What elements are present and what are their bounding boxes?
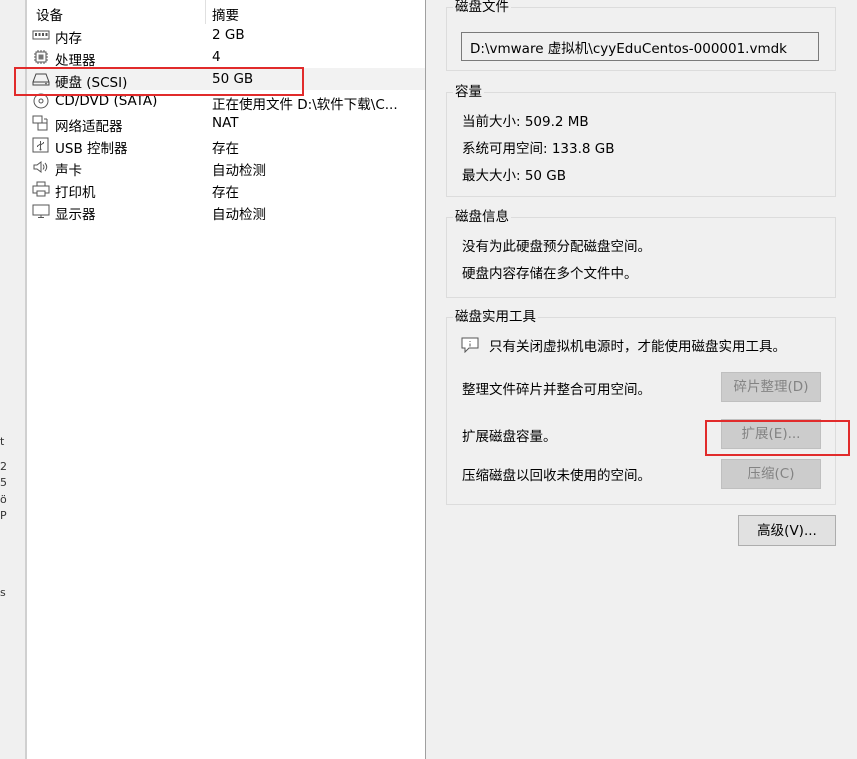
disk-file-path-field[interactable]: D:\vmware 虚拟机\cyyEduCentos-000001.vmdk	[461, 32, 819, 61]
annotation-highlight-hard-disk	[14, 67, 304, 96]
strip-glyph: t	[0, 435, 5, 448]
disk-info-line2: 硬盘内容存储在多个文件中。	[462, 266, 638, 282]
device-summary: NAT	[212, 115, 239, 131]
compact-button[interactable]: 压缩(C)	[721, 459, 821, 489]
device-row-usb-controller[interactable]: USB 控制器 存在	[27, 134, 425, 157]
column-divider[interactable]	[205, 0, 206, 24]
parent-window-edge: t 2 5 ö P s	[0, 0, 27, 759]
disk-file-title: 磁盘文件	[453, 0, 511, 16]
device-row-sound-card[interactable]: 声卡 自动检测	[27, 156, 425, 179]
settings-panel: 磁盘文件 D:\vmware 虚拟机\cyyEduCentos-000001.v…	[426, 0, 857, 759]
utilities-notice: 只有关闭虚拟机电源时，才能使用磁盘实用工具。	[489, 339, 786, 355]
device-row-processor[interactable]: 处理器 4	[27, 46, 425, 69]
strip-glyph: P	[0, 509, 7, 522]
list-header: 设备 摘要	[27, 0, 425, 24]
device-summary: 2 GB	[212, 27, 245, 43]
disk-info-group: 磁盘信息 没有为此硬盘预分配磁盘空间。 硬盘内容存储在多个文件中。	[446, 208, 836, 298]
column-header-summary[interactable]: 摘要	[212, 4, 239, 24]
display-icon	[32, 204, 50, 218]
disk-utilities-group: 磁盘实用工具 只有关闭虚拟机电源时，才能使用磁盘实用工具。 整理文件碎片并整合可…	[446, 308, 836, 505]
info-icon	[461, 337, 479, 353]
disk-info-line1: 没有为此硬盘预分配磁盘空间。	[462, 239, 651, 255]
network-adapter-icon	[32, 115, 48, 131]
device-summary: 4	[212, 49, 221, 65]
disk-utilities-title: 磁盘实用工具	[453, 308, 538, 326]
current-size-text: 当前大小: 509.2 MB	[462, 114, 589, 130]
device-name: 显示器	[55, 207, 96, 223]
device-list: 设备 摘要 内存 2 GB 处理器 4 硬盘 (SCSI) 50 GB CD/D…	[14, 0, 426, 759]
device-row-memory[interactable]: 内存 2 GB	[27, 24, 425, 47]
capacity-group: 容量 当前大小: 509.2 MB 系统可用空间: 133.8 GB 最大大小:…	[446, 83, 836, 197]
device-summary: 存在	[212, 141, 239, 157]
available-space-text: 系统可用空间: 133.8 GB	[462, 141, 615, 157]
device-name: USB 控制器	[55, 141, 128, 157]
defrag-description: 整理文件碎片并整合可用空间。	[462, 382, 651, 398]
strip-glyph: s	[0, 586, 6, 599]
strip-glyph: 5	[0, 476, 7, 489]
memory-icon	[32, 30, 50, 40]
device-row-network-adapter[interactable]: 网络适配器 NAT	[27, 112, 425, 135]
device-name: 打印机	[55, 185, 96, 201]
advanced-button[interactable]: 高级(V)...	[738, 515, 836, 546]
device-summary: 自动检测	[212, 207, 266, 223]
strip-glyph: 2	[0, 460, 7, 473]
device-summary: 正在使用文件 D:\软件下载\C...	[212, 97, 398, 113]
disk-info-title: 磁盘信息	[453, 208, 511, 226]
device-name: 处理器	[55, 53, 96, 69]
column-header-device[interactable]: 设备	[36, 4, 63, 24]
strip-glyph: ö	[0, 493, 7, 506]
capacity-title: 容量	[453, 83, 484, 101]
annotation-highlight-expand	[705, 420, 850, 456]
device-summary: 存在	[212, 185, 239, 201]
device-row-display[interactable]: 显示器 自动检测	[27, 200, 425, 223]
device-name: 网络适配器	[55, 119, 123, 135]
device-summary: 自动检测	[212, 163, 266, 179]
processor-icon	[34, 50, 48, 64]
max-size-text: 最大大小: 50 GB	[462, 168, 567, 184]
device-name: 声卡	[55, 163, 82, 179]
defragment-button[interactable]: 碎片整理(D)	[721, 372, 821, 402]
device-name: 内存	[55, 31, 82, 47]
device-row-printer[interactable]: 打印机 存在	[27, 178, 425, 201]
disk-file-group: 磁盘文件 D:\vmware 虚拟机\cyyEduCentos-000001.v…	[446, 0, 836, 71]
compact-description: 压缩磁盘以回收未使用的空间。	[462, 468, 651, 484]
expand-description: 扩展磁盘容量。	[462, 429, 557, 445]
printer-icon	[32, 181, 50, 197]
sound-card-icon	[33, 161, 48, 173]
usb-icon	[32, 137, 49, 153]
